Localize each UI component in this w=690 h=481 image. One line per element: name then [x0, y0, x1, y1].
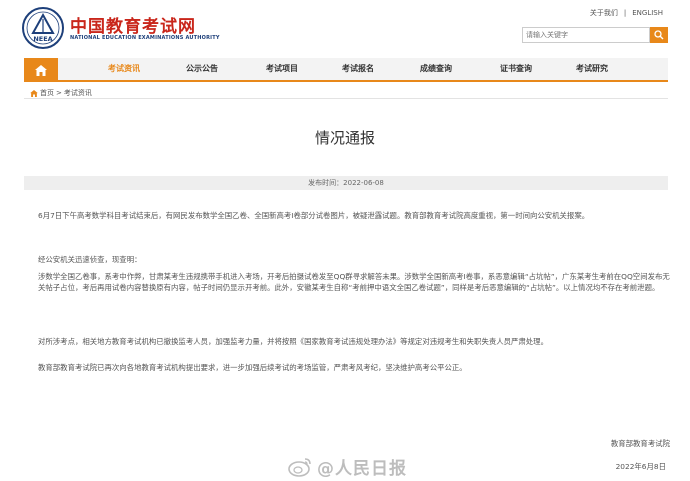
search-icon [654, 30, 664, 40]
breadcrumb-divider [24, 98, 668, 99]
article-title: 情况通报 [314, 129, 375, 147]
article-paragraph: 涉数学全国乙卷事，系考中作弊，甘肃某考生违规携带手机进入考场，开考后拍摄试卷发至… [38, 272, 670, 293]
nav-item-registration[interactable]: 考试报名 [320, 58, 396, 80]
nav-item-announcements[interactable]: 公示公告 [164, 58, 240, 80]
site-name[interactable]: 中国教育考试网 [70, 12, 196, 37]
logo-text: NEEA [33, 35, 52, 43]
breadcrumb-home[interactable]: 首页 [40, 88, 54, 98]
nav-item-exam-news[interactable]: 考试资讯 [86, 58, 162, 80]
neea-logo[interactable]: NEEA [22, 7, 64, 49]
article-paragraph: 对所涉考点，相关地方教育考试机构已撤换监考人员，加强监考力量，并将按照《国家教育… [38, 337, 548, 346]
about-link[interactable]: 关于我们 [590, 9, 618, 17]
nav-home-button[interactable] [24, 58, 58, 82]
publish-date: 发布时间：2022-06-08 [24, 176, 668, 190]
nav-item-score-query[interactable]: 成绩查询 [398, 58, 474, 80]
article-paragraph: 教育部教育考试院已再次向各地教育考试机构提出要求，进一步加强后续考试的考场监管，… [38, 363, 467, 372]
signature-date: 2022年6月8日 [615, 462, 666, 471]
search-button[interactable] [650, 27, 668, 43]
weibo-watermark: @人民日报 [288, 454, 407, 479]
article-paragraph: 6月7日下午高考数学科目考试结束后，有网民发布数学全国乙卷、全国新高考I卷部分试… [38, 211, 590, 220]
top-links: 关于我们 | ENGLISH [587, 8, 666, 18]
site-header: NEEA 中国教育考试网 NATIONAL EDUCATION EXAMINAT… [0, 0, 690, 56]
breadcrumb: 首页 > 考试资讯 [30, 88, 92, 98]
nav-item-certificate-query[interactable]: 证书查询 [478, 58, 554, 80]
search-input[interactable] [522, 27, 650, 43]
home-icon [35, 64, 47, 76]
nav-item-exam-projects[interactable]: 考试项目 [244, 58, 320, 80]
watermark-text: @人民日报 [317, 459, 407, 479]
article-paragraph: 经公安机关迅速侦查，现查明： [38, 255, 142, 264]
breadcrumb-separator: > [56, 89, 62, 97]
signature-org: 教育部教育考试院 [610, 439, 670, 448]
breadcrumb-home-icon [30, 89, 38, 97]
weibo-icon [288, 457, 311, 477]
nav-item-exam-research[interactable]: 考试研究 [554, 58, 630, 80]
english-link[interactable]: ENGLISH [632, 9, 663, 17]
breadcrumb-current[interactable]: 考试资讯 [64, 88, 92, 98]
main-nav: 考试资讯 公示公告 考试项目 考试报名 成绩查询 证书查询 考试研究 [24, 58, 668, 82]
top-links-divider: | [623, 9, 627, 17]
site-name-en: NATIONAL EDUCATION EXAMINATIONS AUTHORIT… [70, 35, 220, 41]
